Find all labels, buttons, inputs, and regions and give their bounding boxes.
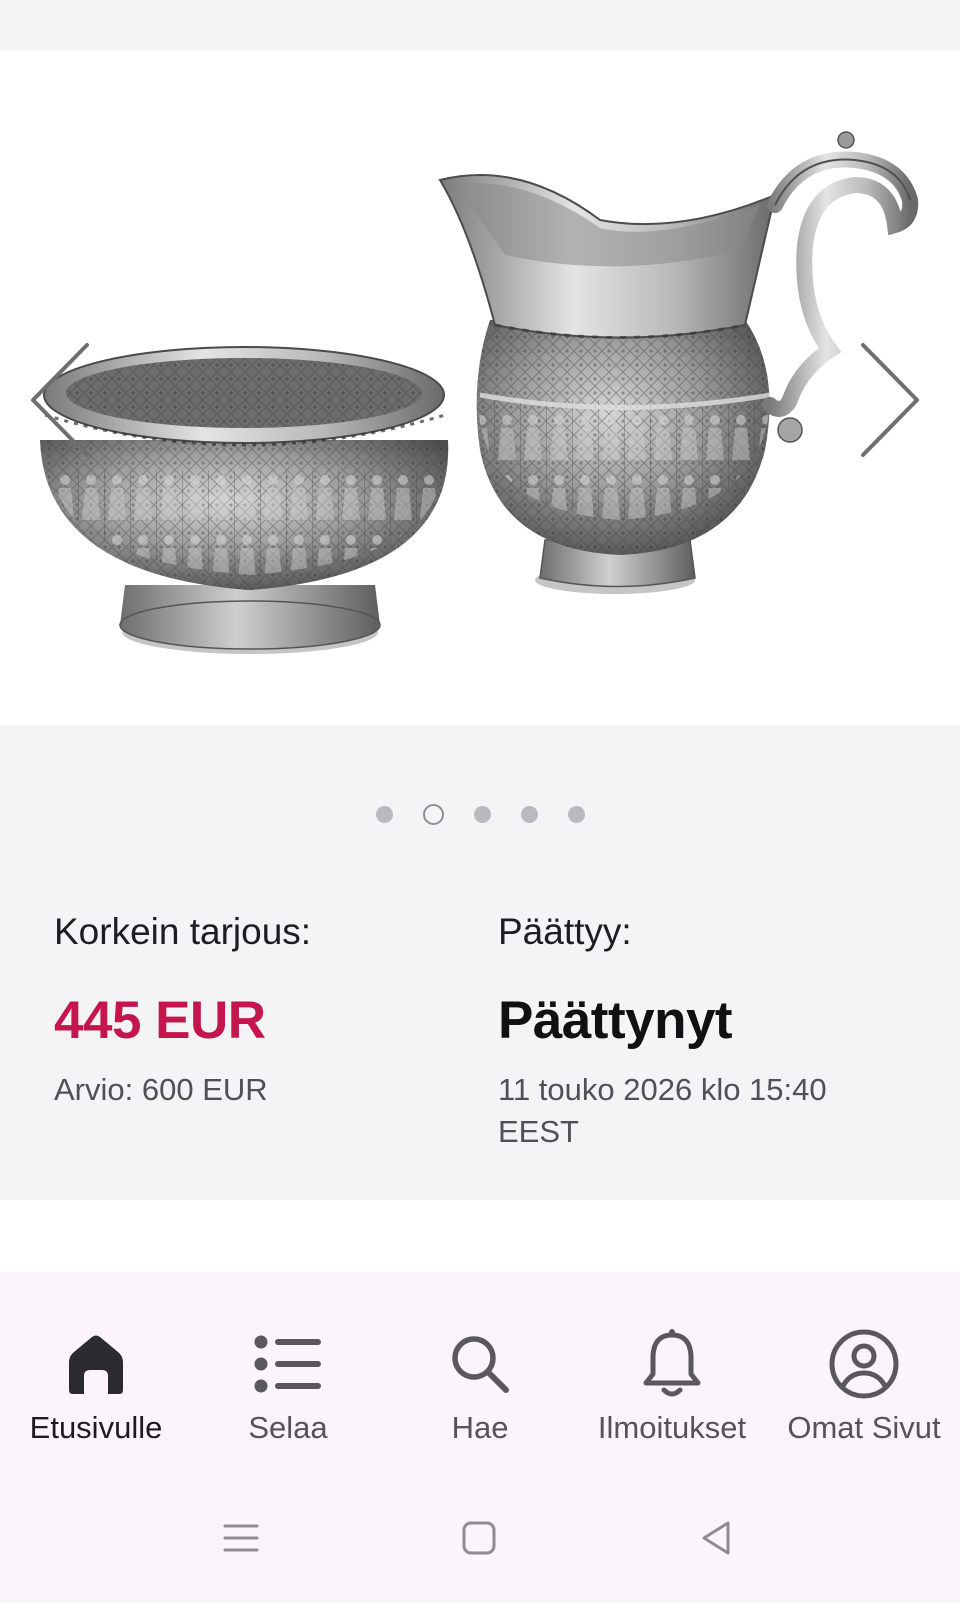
back-button[interactable] bbox=[688, 1510, 744, 1566]
pagination-dot-active[interactable] bbox=[422, 803, 444, 825]
tab-label: Etusivulle bbox=[29, 1410, 163, 1445]
next-image-button[interactable] bbox=[855, 330, 945, 470]
home-icon bbox=[56, 1324, 136, 1404]
square-icon bbox=[462, 1521, 496, 1555]
list-icon bbox=[248, 1324, 328, 1404]
tab-label: Ilmoitukset bbox=[597, 1410, 747, 1445]
highest-bid-value: 445 EUR bbox=[54, 991, 266, 1051]
pagination-dot[interactable] bbox=[567, 805, 585, 823]
bottom-tab-bar: Etusivulle Selaa Hae Ilmoitukset Omat Si… bbox=[0, 1272, 960, 1472]
end-date: 11 touko 2026 klo 15:40 EEST bbox=[498, 1069, 918, 1153]
estimate-text: Arvio: 600 EUR bbox=[54, 1071, 268, 1107]
highest-bid-label: Korkein tarjous: bbox=[54, 911, 312, 952]
pagination-dot[interactable] bbox=[473, 805, 491, 823]
carousel-pagination bbox=[0, 800, 960, 828]
chevron-left-icon bbox=[31, 343, 89, 457]
tab-label: Selaa bbox=[248, 1410, 328, 1445]
product-image bbox=[40, 131, 919, 654]
highest-bid-section: Korkein tarjous: 445 EUR Arvio: 600 EUR bbox=[54, 910, 474, 1111]
top-strip bbox=[0, 0, 960, 50]
auction-status: Päättynyt bbox=[498, 991, 733, 1051]
pagination-dot[interactable] bbox=[520, 805, 538, 823]
tab-account[interactable]: Omat Sivut bbox=[768, 1272, 960, 1472]
bell-icon bbox=[632, 1324, 712, 1404]
menu-icon bbox=[223, 1524, 259, 1552]
system-navigation-bar bbox=[0, 1472, 960, 1603]
content-spacer bbox=[0, 1200, 960, 1272]
image-carousel[interactable] bbox=[0, 50, 960, 725]
chevron-right-icon bbox=[861, 343, 919, 457]
back-triangle-icon bbox=[702, 1521, 730, 1555]
search-icon bbox=[440, 1324, 520, 1404]
end-date-line1: 11 touko 2026 klo 15:40 bbox=[498, 1071, 827, 1107]
pitcher-illustration bbox=[438, 131, 919, 594]
tab-browse[interactable]: Selaa bbox=[192, 1272, 384, 1472]
ends-label: Päättyy: bbox=[498, 911, 632, 952]
previous-image-button[interactable] bbox=[15, 330, 105, 470]
tab-label: Omat Sivut bbox=[787, 1410, 941, 1445]
home-button[interactable] bbox=[451, 1510, 507, 1566]
tab-search[interactable]: Hae bbox=[384, 1272, 576, 1472]
account-icon bbox=[824, 1324, 904, 1404]
recent-apps-button[interactable] bbox=[213, 1510, 269, 1566]
ending-section: Päättyy: Päättynyt 11 touko 2026 klo 15:… bbox=[498, 910, 918, 1153]
auction-info: Korkein tarjous: 445 EUR Arvio: 600 EUR … bbox=[0, 910, 960, 1200]
tab-label: Hae bbox=[451, 1410, 509, 1445]
end-date-line2: EEST bbox=[498, 1113, 579, 1149]
tab-notifications[interactable]: Ilmoitukset bbox=[576, 1272, 768, 1472]
pagination-dot[interactable] bbox=[375, 805, 393, 823]
tab-home[interactable]: Etusivulle bbox=[0, 1272, 192, 1472]
